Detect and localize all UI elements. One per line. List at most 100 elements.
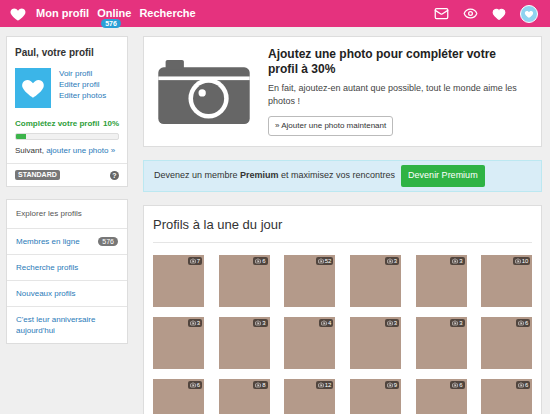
header-icons bbox=[434, 5, 542, 23]
top-bar: Mon profil Online576 Recherche bbox=[0, 0, 550, 27]
camera-small-icon bbox=[452, 320, 458, 326]
photo-count-badge: 10 bbox=[513, 257, 531, 265]
progress-bar bbox=[15, 133, 119, 140]
nav: Mon profil Online576 Recherche bbox=[36, 5, 196, 22]
camera-small-icon bbox=[190, 258, 196, 264]
profile-photo[interactable]: 7 bbox=[153, 255, 204, 307]
camera-small-icon bbox=[255, 258, 261, 264]
eye-icon[interactable] bbox=[463, 6, 478, 21]
explore-item[interactable]: Membres en ligne576 bbox=[7, 229, 127, 255]
page: Mon profil Online576 Recherche Paul, votre … bbox=[0, 0, 550, 414]
profile-avatar[interactable] bbox=[15, 68, 51, 108]
photo-count-badge: 6 bbox=[253, 257, 267, 265]
profile-photo[interactable]: 3 bbox=[416, 255, 467, 307]
mail-icon[interactable] bbox=[434, 6, 449, 21]
camera-small-icon bbox=[518, 320, 524, 326]
add-photo-button[interactable]: » Ajouter une photo maintenant bbox=[268, 116, 393, 136]
profile-photo[interactable]: 10 bbox=[481, 255, 532, 307]
camera-small-icon bbox=[190, 382, 196, 388]
content: Paul, votre profil Voir profilEditer prof… bbox=[0, 27, 550, 414]
nav-badge: 576 bbox=[101, 19, 121, 28]
avatar-heart-icon bbox=[524, 9, 534, 19]
camera-small-icon bbox=[387, 320, 393, 326]
profile-photo[interactable]: 52 bbox=[284, 255, 335, 307]
photo-count-badge: 52 bbox=[316, 257, 334, 265]
photo-count-badge: 3 bbox=[450, 257, 464, 265]
explore-item[interactable]: Recherche profils bbox=[7, 255, 127, 281]
nav-item[interactable]: Mon profil bbox=[36, 5, 89, 22]
camera-small-icon bbox=[515, 258, 521, 264]
photo-count-badge: 6 bbox=[516, 381, 530, 389]
profile-photo[interactable]: 3 bbox=[219, 317, 270, 369]
photo-prompt-text: En fait, ajoutez-en autant que possible,… bbox=[268, 82, 527, 108]
camera-small-icon bbox=[387, 382, 393, 388]
featured-card: Profils à la une du jour 7 6 52 3 3 10 3 3 4 3 3 6 6 8… bbox=[143, 205, 542, 414]
photo-count-badge: 3 bbox=[385, 257, 399, 265]
profile-link[interactable]: Editer photos bbox=[59, 90, 106, 101]
camera-icon bbox=[158, 60, 250, 124]
membership-badge: STANDARD bbox=[15, 170, 60, 180]
profile-photo[interactable]: 3 bbox=[350, 317, 401, 369]
profile-title: Paul, votre profil bbox=[15, 45, 119, 60]
photo-count-badge: 6 bbox=[450, 381, 464, 389]
profile-photo[interactable]: 6 bbox=[153, 379, 204, 414]
profile-link[interactable]: Voir profil bbox=[59, 68, 106, 79]
profile-photo[interactable]: 6 bbox=[416, 379, 467, 414]
profile-link[interactable]: Editer profil bbox=[59, 79, 106, 90]
help-icon[interactable]: ? bbox=[110, 171, 119, 180]
photo-count-badge: 7 bbox=[188, 257, 202, 265]
camera-small-icon bbox=[387, 258, 393, 264]
photo-count-badge: 3 bbox=[188, 319, 202, 327]
avatar[interactable] bbox=[520, 5, 538, 23]
photo-count-badge: 9 bbox=[385, 381, 399, 389]
profile-photo[interactable]: 3 bbox=[153, 317, 204, 369]
profile-photo[interactable]: 3 bbox=[416, 317, 467, 369]
next-step-link[interactable]: ajouter une photo » bbox=[46, 146, 115, 155]
photo-grid: 7 6 52 3 3 10 3 3 4 3 3 6 6 8 12 9 6 6 bbox=[153, 255, 532, 414]
profile-photo[interactable]: 6 bbox=[219, 255, 270, 307]
heart-icon[interactable] bbox=[492, 7, 506, 21]
photo-count-badge: 8 bbox=[253, 381, 267, 389]
profile-photo[interactable]: 3 bbox=[350, 255, 401, 307]
photo-count-badge: 3 bbox=[253, 319, 267, 327]
nav-item[interactable]: Recherche bbox=[139, 5, 195, 22]
camera-small-icon bbox=[518, 382, 524, 388]
photo-count-badge: 4 bbox=[319, 319, 333, 327]
camera-small-icon bbox=[318, 382, 324, 388]
logo[interactable] bbox=[8, 5, 28, 23]
explore-item[interactable]: Nouveaux profils bbox=[7, 281, 127, 307]
camera-small-icon bbox=[318, 258, 324, 264]
profile-photo[interactable]: 6 bbox=[481, 379, 532, 414]
progress-label: Complétez votre profil10% bbox=[15, 118, 119, 130]
explore-title: Explorer les profils bbox=[7, 200, 127, 229]
online-badge: 576 bbox=[98, 237, 118, 246]
profile-photo[interactable]: 6 bbox=[481, 317, 532, 369]
next-step: Suivant, ajouter une photo » bbox=[15, 145, 119, 157]
camera-small-icon bbox=[255, 320, 261, 326]
profile-photo[interactable]: 12 bbox=[284, 379, 335, 414]
premium-text: Devenez un membre Premium et maximisez v… bbox=[154, 169, 395, 183]
photo-count-badge: 6 bbox=[188, 381, 202, 389]
profile-photo[interactable]: 8 bbox=[219, 379, 270, 414]
camera-small-icon bbox=[452, 258, 458, 264]
photo-count-badge: 3 bbox=[385, 319, 399, 327]
profile-card: Paul, votre profil Voir profilEditer prof… bbox=[6, 36, 128, 187]
profile-photo[interactable]: 4 bbox=[284, 317, 335, 369]
premium-banner: Devenez un membre Premium et maximisez v… bbox=[143, 160, 542, 192]
photo-count-badge: 12 bbox=[316, 381, 334, 389]
nav-item[interactable]: Online576 bbox=[97, 5, 131, 22]
explore-item[interactable]: C'est leur anniversaire aujourd'hui bbox=[7, 307, 127, 343]
profile-photo[interactable]: 9 bbox=[350, 379, 401, 414]
premium-button[interactable]: Devenir Premium bbox=[401, 165, 485, 187]
explore-card: Explorer les profilsMembres en ligne576R… bbox=[6, 199, 128, 344]
progress-fill bbox=[16, 134, 26, 139]
heart-logo-icon bbox=[9, 5, 27, 23]
featured-title: Profils à la une du jour bbox=[153, 215, 532, 244]
sidebar: Paul, votre profil Voir profilEditer prof… bbox=[6, 36, 128, 414]
camera-small-icon bbox=[190, 320, 196, 326]
camera-small-icon bbox=[452, 382, 458, 388]
photo-count-badge: 3 bbox=[450, 319, 464, 327]
photo-count-badge: 6 bbox=[516, 319, 530, 327]
main: Ajoutez une photo pour compléter votre p… bbox=[143, 36, 542, 414]
camera-small-icon bbox=[255, 382, 261, 388]
